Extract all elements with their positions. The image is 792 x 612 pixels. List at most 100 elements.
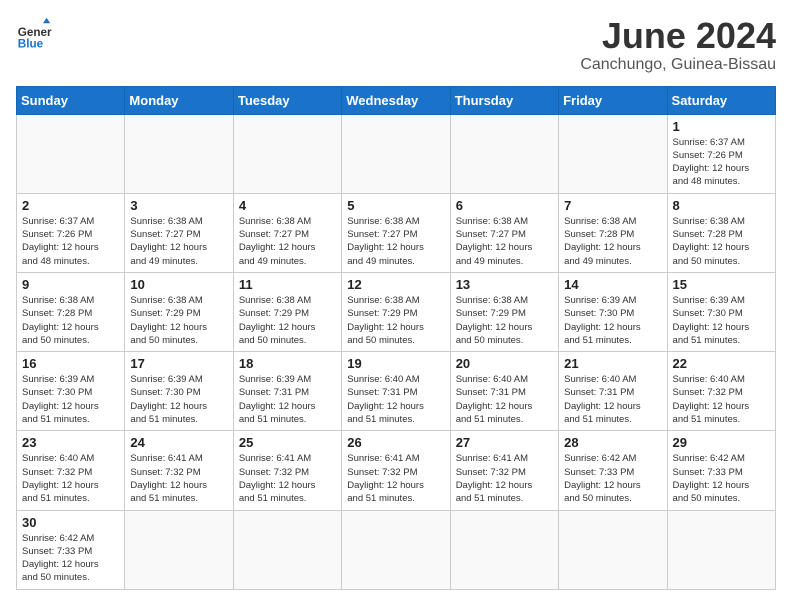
calendar-day-cell <box>17 114 125 193</box>
calendar-day-cell <box>125 114 233 193</box>
day-number: 29 <box>673 435 770 450</box>
calendar-day-cell <box>233 114 341 193</box>
svg-text:Blue: Blue <box>18 38 44 51</box>
calendar-day-cell: 8 Sunrise: 6:38 AMSunset: 7:28 PMDaylight… <box>667 193 775 272</box>
day-info: Sunrise: 6:37 AMSunset: 7:26 PMDaylight:… <box>673 136 770 189</box>
day-number: 5 <box>347 198 444 213</box>
day-info: Sunrise: 6:37 AMSunset: 7:26 PMDaylight:… <box>22 215 119 268</box>
day-info: Sunrise: 6:38 AMSunset: 7:29 PMDaylight:… <box>130 294 227 347</box>
day-number: 30 <box>22 515 119 530</box>
day-number: 17 <box>130 356 227 371</box>
day-info: Sunrise: 6:42 AMSunset: 7:33 PMDaylight:… <box>564 452 661 505</box>
calendar-day-cell: 18 Sunrise: 6:39 AMSunset: 7:31 PMDayligh… <box>233 352 341 431</box>
day-number: 2 <box>22 198 119 213</box>
logo: General Blue <box>16 16 52 52</box>
title-area: June 2024 Canchungo, Guinea-Bissau <box>580 16 776 74</box>
calendar-week-row: 9 Sunrise: 6:38 AMSunset: 7:28 PMDaylight… <box>17 272 776 351</box>
header-wednesday: Wednesday <box>342 86 450 114</box>
calendar-week-row: 1 Sunrise: 6:37 AMSunset: 7:26 PMDaylight… <box>17 114 776 193</box>
day-info: Sunrise: 6:38 AMSunset: 7:29 PMDaylight:… <box>239 294 336 347</box>
calendar-day-cell: 23 Sunrise: 6:40 AMSunset: 7:32 PMDayligh… <box>17 431 125 510</box>
day-info: Sunrise: 6:39 AMSunset: 7:30 PMDaylight:… <box>130 373 227 426</box>
calendar-day-cell: 17 Sunrise: 6:39 AMSunset: 7:30 PMDayligh… <box>125 352 233 431</box>
calendar-day-cell <box>233 510 341 589</box>
day-number: 10 <box>130 277 227 292</box>
day-number: 20 <box>456 356 553 371</box>
day-info: Sunrise: 6:38 AMSunset: 7:28 PMDaylight:… <box>22 294 119 347</box>
calendar-day-cell: 6Sunrise: 6:38 AMSunset: 7:27 PMDaylight… <box>450 193 558 272</box>
calendar-day-cell: 24 Sunrise: 6:41 AMSunset: 7:32 PMDayligh… <box>125 431 233 510</box>
calendar-day-cell <box>342 510 450 589</box>
day-number: 27 <box>456 435 553 450</box>
day-info: Sunrise: 6:38 AMSunset: 7:28 PMDaylight:… <box>564 215 661 268</box>
day-number: 9 <box>22 277 119 292</box>
logo-icon: General Blue <box>16 16 52 52</box>
day-number: 12 <box>347 277 444 292</box>
day-number: 21 <box>564 356 661 371</box>
calendar-day-cell: 7Sunrise: 6:38 AMSunset: 7:28 PMDaylight… <box>559 193 667 272</box>
calendar-day-cell: 26 Sunrise: 6:41 AMSunset: 7:32 PMDayligh… <box>342 431 450 510</box>
calendar-day-cell: 2 Sunrise: 6:37 AMSunset: 7:26 PMDaylight… <box>17 193 125 272</box>
calendar-day-cell: 29 Sunrise: 6:42 AMSunset: 7:33 PMDayligh… <box>667 431 775 510</box>
day-number: 26 <box>347 435 444 450</box>
calendar-week-row: 16 Sunrise: 6:39 AMSunset: 7:30 PMDayligh… <box>17 352 776 431</box>
calendar-day-cell: 12 Sunrise: 6:38 AMSunset: 7:29 PMDayligh… <box>342 272 450 351</box>
calendar-day-cell: 9 Sunrise: 6:38 AMSunset: 7:28 PMDaylight… <box>17 272 125 351</box>
calendar-day-cell <box>559 114 667 193</box>
day-info: Sunrise: 6:38 AMSunset: 7:29 PMDaylight:… <box>347 294 444 347</box>
calendar-day-cell: 10 Sunrise: 6:38 AMSunset: 7:29 PMDayligh… <box>125 272 233 351</box>
day-info: Sunrise: 6:38 AMSunset: 7:27 PMDaylight:… <box>456 215 553 268</box>
day-number: 24 <box>130 435 227 450</box>
day-number: 22 <box>673 356 770 371</box>
day-number: 28 <box>564 435 661 450</box>
day-info: Sunrise: 6:41 AMSunset: 7:32 PMDaylight:… <box>239 452 336 505</box>
day-info: Sunrise: 6:41 AMSunset: 7:32 PMDaylight:… <box>456 452 553 505</box>
day-number: 3 <box>130 198 227 213</box>
month-title: June 2024 <box>580 16 776 56</box>
day-number: 14 <box>564 277 661 292</box>
header-friday: Friday <box>559 86 667 114</box>
day-number: 8 <box>673 198 770 213</box>
day-info: Sunrise: 6:39 AMSunset: 7:31 PMDaylight:… <box>239 373 336 426</box>
calendar-week-row: 23 Sunrise: 6:40 AMSunset: 7:32 PMDayligh… <box>17 431 776 510</box>
day-number: 13 <box>456 277 553 292</box>
calendar-day-cell: 21Sunrise: 6:40 AMSunset: 7:31 PMDayligh… <box>559 352 667 431</box>
calendar-day-cell <box>667 510 775 589</box>
calendar-day-cell <box>559 510 667 589</box>
day-number: 23 <box>22 435 119 450</box>
day-info: Sunrise: 6:39 AMSunset: 7:30 PMDaylight:… <box>564 294 661 347</box>
day-number: 1 <box>673 119 770 134</box>
day-info: Sunrise: 6:39 AMSunset: 7:30 PMDaylight:… <box>22 373 119 426</box>
day-info: Sunrise: 6:42 AMSunset: 7:33 PMDaylight:… <box>22 532 119 585</box>
calendar-day-cell: 27 Sunrise: 6:41 AMSunset: 7:32 PMDayligh… <box>450 431 558 510</box>
day-info: Sunrise: 6:38 AMSunset: 7:29 PMDaylight:… <box>456 294 553 347</box>
calendar-day-cell: 25 Sunrise: 6:41 AMSunset: 7:32 PMDayligh… <box>233 431 341 510</box>
day-number: 16 <box>22 356 119 371</box>
day-number: 25 <box>239 435 336 450</box>
calendar-day-cell: 4Sunrise: 6:38 AMSunset: 7:27 PMDaylight… <box>233 193 341 272</box>
day-info: Sunrise: 6:40 AMSunset: 7:32 PMDaylight:… <box>673 373 770 426</box>
calendar-day-cell: 15Sunrise: 6:39 AMSunset: 7:30 PMDayligh… <box>667 272 775 351</box>
calendar-day-cell: 11Sunrise: 6:38 AMSunset: 7:29 PMDayligh… <box>233 272 341 351</box>
header-sunday: Sunday <box>17 86 125 114</box>
calendar-day-cell <box>342 114 450 193</box>
day-info: Sunrise: 6:42 AMSunset: 7:33 PMDaylight:… <box>673 452 770 505</box>
calendar-week-row: 2 Sunrise: 6:37 AMSunset: 7:26 PMDaylight… <box>17 193 776 272</box>
day-number: 18 <box>239 356 336 371</box>
calendar-day-cell: 14 Sunrise: 6:39 AMSunset: 7:30 PMDayligh… <box>559 272 667 351</box>
weekday-header-row: Sunday Monday Tuesday Wednesday Thursday… <box>17 86 776 114</box>
page-header: General Blue June 2024 Canchungo, Guinea… <box>16 16 776 74</box>
day-info: Sunrise: 6:40 AMSunset: 7:32 PMDaylight:… <box>22 452 119 505</box>
day-info: Sunrise: 6:41 AMSunset: 7:32 PMDaylight:… <box>130 452 227 505</box>
calendar-day-cell <box>450 510 558 589</box>
day-info: Sunrise: 6:39 AMSunset: 7:30 PMDaylight:… <box>673 294 770 347</box>
day-number: 19 <box>347 356 444 371</box>
day-info: Sunrise: 6:38 AMSunset: 7:27 PMDaylight:… <box>239 215 336 268</box>
calendar-day-cell: 30 Sunrise: 6:42 AMSunset: 7:33 PMDayligh… <box>17 510 125 589</box>
calendar-day-cell: 20Sunrise: 6:40 AMSunset: 7:31 PMDayligh… <box>450 352 558 431</box>
calendar-table: Sunday Monday Tuesday Wednesday Thursday… <box>16 86 776 590</box>
calendar-day-cell: 16 Sunrise: 6:39 AMSunset: 7:30 PMDayligh… <box>17 352 125 431</box>
calendar-day-cell: 1 Sunrise: 6:37 AMSunset: 7:26 PMDaylight… <box>667 114 775 193</box>
day-info: Sunrise: 6:38 AMSunset: 7:28 PMDaylight:… <box>673 215 770 268</box>
day-info: Sunrise: 6:41 AMSunset: 7:32 PMDaylight:… <box>347 452 444 505</box>
